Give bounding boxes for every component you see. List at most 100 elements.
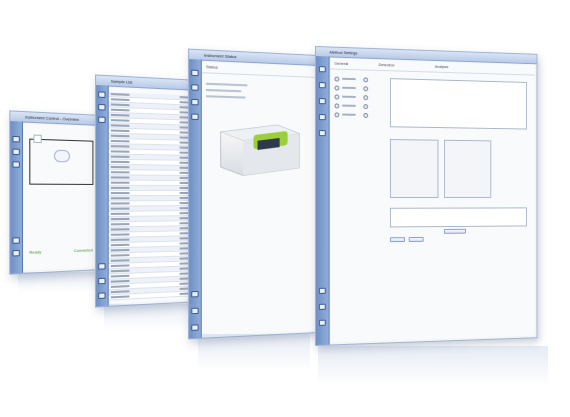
row-cell <box>110 186 130 189</box>
nav-icon[interactable] <box>318 303 326 310</box>
divider <box>330 68 535 76</box>
row-cell <box>110 212 130 215</box>
sample-list <box>108 87 198 304</box>
radio-label-line <box>342 104 356 107</box>
row-cell <box>110 259 130 262</box>
radio-option[interactable] <box>363 95 369 101</box>
row-cell <box>110 145 130 148</box>
diagram-node[interactable] <box>53 149 70 163</box>
nav-icon[interactable] <box>191 84 199 91</box>
diagram-node[interactable] <box>33 134 42 144</box>
config-panel <box>443 139 492 198</box>
radio-option[interactable] <box>334 85 340 91</box>
nav-icon[interactable] <box>318 98 326 105</box>
radio-option[interactable] <box>334 76 340 82</box>
row-cell <box>110 113 130 117</box>
row-cell <box>110 254 130 257</box>
row-cell <box>110 192 130 195</box>
row-cell <box>110 285 130 288</box>
instrument-image <box>212 109 303 182</box>
info-line <box>206 88 242 93</box>
row-cell <box>110 92 130 96</box>
nav-icon[interactable] <box>12 135 20 143</box>
row-cell <box>110 233 130 236</box>
nav-icon[interactable] <box>98 91 106 98</box>
row-cell <box>110 248 130 252</box>
radio-label-line <box>342 77 356 81</box>
radio-option[interactable] <box>363 77 369 83</box>
nav-icon[interactable] <box>318 130 326 137</box>
status-item: Connected <box>73 247 93 254</box>
radio-option[interactable] <box>363 86 369 92</box>
tab-general[interactable]: General <box>334 61 348 66</box>
nav-icon[interactable] <box>191 69 199 77</box>
nav-icon[interactable] <box>318 287 326 294</box>
radio-option[interactable] <box>363 112 369 118</box>
nav-icon[interactable] <box>318 66 326 73</box>
window-sidebar <box>10 120 24 274</box>
notes-field[interactable] <box>389 207 527 228</box>
ok-button[interactable] <box>389 237 405 243</box>
status-item: Ready <box>29 249 42 255</box>
row-cell <box>110 160 130 164</box>
row-cell <box>110 264 130 268</box>
config-panel <box>389 139 439 198</box>
radio-option[interactable] <box>334 103 340 109</box>
nav-icon[interactable] <box>98 103 106 111</box>
info-line <box>206 82 248 87</box>
row-cell <box>110 108 130 112</box>
row-cell <box>110 98 130 102</box>
nav-icon[interactable] <box>98 277 106 285</box>
settings-content: General Detection Analysis <box>330 58 535 343</box>
instrument-content: Status <box>201 61 316 336</box>
reflection <box>18 272 98 292</box>
tab-detection[interactable]: Detection <box>379 62 395 67</box>
radio-option[interactable] <box>334 112 340 118</box>
row-cell <box>110 197 130 200</box>
nav-icon[interactable] <box>318 319 326 326</box>
reflection <box>104 304 194 330</box>
row-cell <box>110 223 130 226</box>
apply-button[interactable] <box>443 228 466 234</box>
nav-icon[interactable] <box>12 249 20 257</box>
nav-icon[interactable] <box>191 98 199 106</box>
list-window: Sample List <box>95 74 200 308</box>
nav-icon[interactable] <box>98 116 106 124</box>
row-cell <box>110 228 130 231</box>
nav-icon[interactable] <box>191 290 199 298</box>
diagram-window: Instrument Control - Overview Ready Conn… <box>9 110 102 275</box>
nav-icon[interactable] <box>191 113 199 120</box>
row-cell <box>110 124 130 127</box>
status-label: Status <box>206 64 218 70</box>
row-cell <box>110 217 130 221</box>
cancel-button[interactable] <box>408 236 424 242</box>
nav-icon[interactable] <box>318 82 326 89</box>
nav-icon[interactable] <box>12 148 20 156</box>
row-cell <box>110 290 130 294</box>
settings-window: Method Settings General Detection Analys… <box>315 46 538 346</box>
row-cell <box>110 176 130 179</box>
row-cell <box>110 165 130 169</box>
reflection <box>318 346 548 386</box>
row-cell <box>110 119 130 122</box>
tab-analysis[interactable]: Analysis <box>435 64 449 69</box>
window-sidebar <box>315 56 330 345</box>
radio-label-line <box>342 113 356 116</box>
radio-option[interactable] <box>363 104 369 110</box>
nav-icon[interactable] <box>318 114 326 121</box>
nav-icon[interactable] <box>12 161 20 168</box>
row-cell <box>110 129 130 133</box>
radio-option[interactable] <box>334 94 340 100</box>
row-cell <box>110 295 130 299</box>
row-cell <box>110 207 130 210</box>
nav-icon[interactable] <box>98 292 106 300</box>
divider <box>201 72 316 78</box>
row-cell <box>110 243 130 247</box>
row-cell <box>110 150 130 153</box>
instrument-window: Instrument Status Status <box>188 48 318 340</box>
nav-icon[interactable] <box>12 237 20 244</box>
row-cell <box>110 238 130 242</box>
nav-icon[interactable] <box>98 263 106 270</box>
row-cell <box>110 155 130 158</box>
row-cell <box>110 279 130 283</box>
